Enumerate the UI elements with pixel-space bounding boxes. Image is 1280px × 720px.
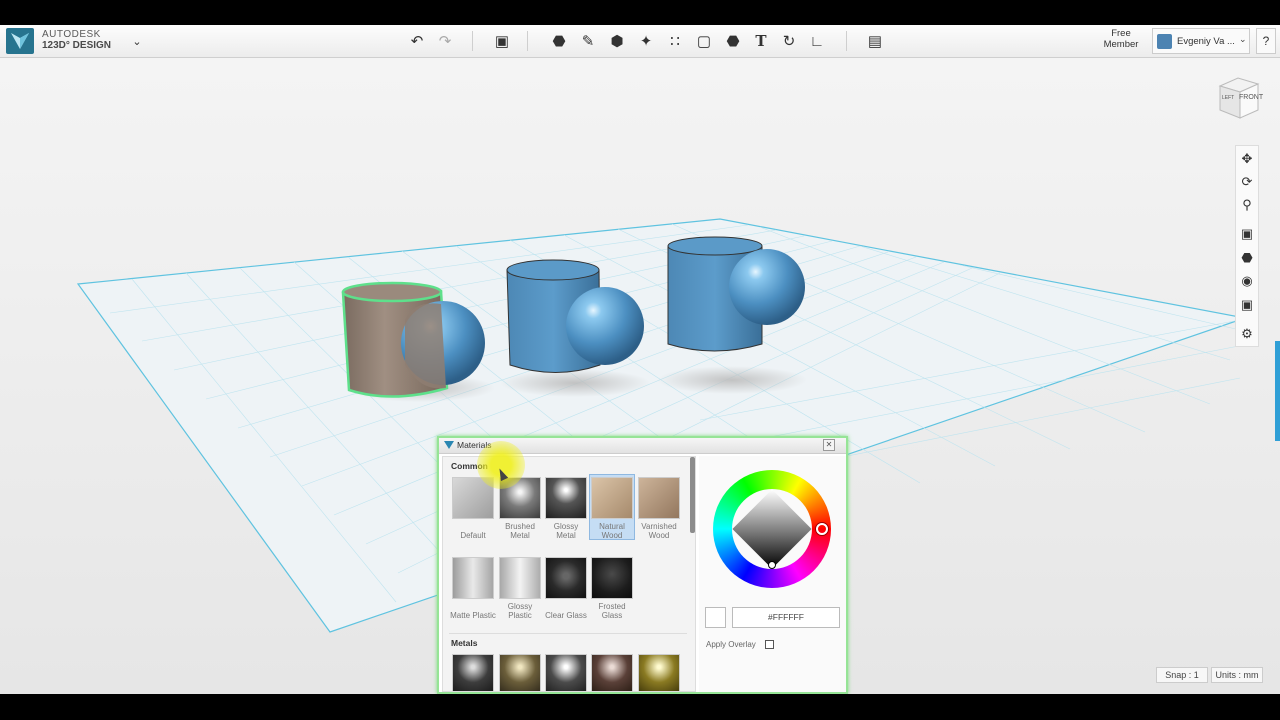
fit-icon[interactable]: ▣ [1237,224,1257,244]
visibility-icon[interactable]: ◉ [1237,271,1257,291]
section-metals-label: Metals [451,638,478,648]
view-icon[interactable]: ⬣ [1237,248,1257,268]
settings-icon[interactable]: ⚙ [1237,324,1257,344]
material-glossy-plastic-label-1: Glossy [507,602,533,611]
material-metal-2[interactable] [499,654,541,691]
viewcube-front-label: FRONT [1239,94,1264,101]
account-line2: Member [1103,39,1139,50]
app-menu-chevron-icon[interactable]: ⌄ [126,30,148,52]
app-logo-icon[interactable] [6,28,34,54]
apply-overlay-checkbox[interactable] [765,640,774,649]
color-panel: #FFFFFF Apply Overlay [699,456,846,692]
material-natural-wood-label-2: Wood [601,531,623,540]
text-icon[interactable]: T [750,30,772,52]
user-avatar-icon [1157,34,1172,49]
main-toolbar: AUTODESK 123D° DESIGN ⌄ ↶ ↷ ▣ ⬣ ✎ ⬢ ✦ ∷ … [0,25,1280,58]
material-varnished-wood-label-1: Varnished [641,522,677,531]
undo-icon[interactable]: ↶ [406,30,428,52]
hue-handle[interactable] [816,523,828,535]
material-default-label: Default [460,531,486,540]
apply-overlay-label: Apply Overlay [706,640,756,649]
brand-product: 123D° DESIGN [42,40,112,51]
account-line1: Free [1111,28,1131,39]
material-metal-1[interactable] [452,654,494,691]
material-clear-glass[interactable] [545,557,587,599]
material-frosted-glass-label-2: Glass [601,611,623,620]
toolbar-divider [472,31,473,51]
redo-icon[interactable]: ↷ [434,30,456,52]
camera-icon[interactable]: ▣ [1237,295,1257,315]
combine-icon[interactable]: ⬣ [722,30,744,52]
measure-icon[interactable]: ∟ [806,30,828,52]
shade-handle[interactable] [768,561,776,569]
sphere-3[interactable] [729,249,805,325]
shadow-3 [657,366,807,394]
snap-status[interactable]: Snap : 1 [1156,667,1208,683]
modify-icon[interactable]: ✦ [635,30,657,52]
app-window: AUTODESK 123D° DESIGN ⌄ ↶ ↷ ▣ ⬣ ✎ ⬢ ✦ ∷ … [0,0,1280,720]
toolbar-divider [846,31,847,51]
grouping-icon[interactable]: ▢ [693,30,715,52]
user-menu-chevron-icon: ⌄ [1239,34,1247,44]
viewcube[interactable]: LEFT FRONT [1214,74,1264,122]
user-menu[interactable]: Evgeniy Va ... ⌄ [1152,28,1250,54]
sketch-icon[interactable]: ✎ [577,30,599,52]
material-metal-4[interactable] [591,654,633,691]
account-status[interactable]: Free Member [1100,28,1142,50]
material-varnished-wood-label-2: Wood [648,531,670,540]
color-hex-input[interactable]: #FFFFFF [732,607,840,628]
help-button[interactable]: ? [1256,28,1276,54]
toolbar-divider [527,31,528,51]
snap-icon[interactable]: ↻ [778,30,800,52]
viewcube-left-label: LEFT [1222,95,1235,101]
transform-icon[interactable]: ▣ [491,30,513,52]
units-status[interactable]: Units : mm [1211,667,1263,683]
material-frosted-glass[interactable] [591,557,633,599]
user-name: Evgeniy Va ... [1177,36,1235,47]
material-natural-wood-label-1: Natural [599,522,625,531]
pattern-icon[interactable]: ∷ [664,30,686,52]
material-metal-5[interactable] [638,654,680,691]
material-matte-plastic[interactable] [452,557,494,599]
zoom-icon[interactable]: ⚲ [1237,195,1257,215]
orbit-icon[interactable]: ⟳ [1237,172,1257,192]
primitives-icon[interactable]: ⬣ [548,30,570,52]
materials-logo-icon [444,441,454,449]
material-glossy-plastic[interactable] [499,557,541,599]
sphere-2[interactable] [566,287,644,365]
brand-autodesk: AUTODESK [42,29,101,40]
color-swatch[interactable] [705,607,726,628]
construct-icon[interactable]: ⬢ [606,30,628,52]
close-icon[interactable]: ✕ [823,439,835,451]
cursor-highlight [477,441,525,489]
material-varnished-wood[interactable] [638,477,680,519]
material-frosted-glass-label-1: Frosted [598,602,626,611]
pan-icon[interactable]: ✥ [1237,149,1257,169]
material-library: Common Default Brushed Metal Glossy Meta… [442,456,696,692]
letterbox-bottom [0,694,1280,720]
material-matte-plastic-label: Matte Plastic [450,611,496,620]
material-natural-wood[interactable] [591,477,633,519]
shadow-2 [500,369,650,397]
letterbox-top [0,0,1280,25]
material-metal-3[interactable] [545,654,587,691]
side-panel-handle[interactable] [1275,341,1280,441]
material-glossy-metal[interactable] [545,477,587,519]
material-icon[interactable]: ▤ [864,30,886,52]
library-scrollbar[interactable] [690,457,695,533]
section-divider [449,633,687,634]
